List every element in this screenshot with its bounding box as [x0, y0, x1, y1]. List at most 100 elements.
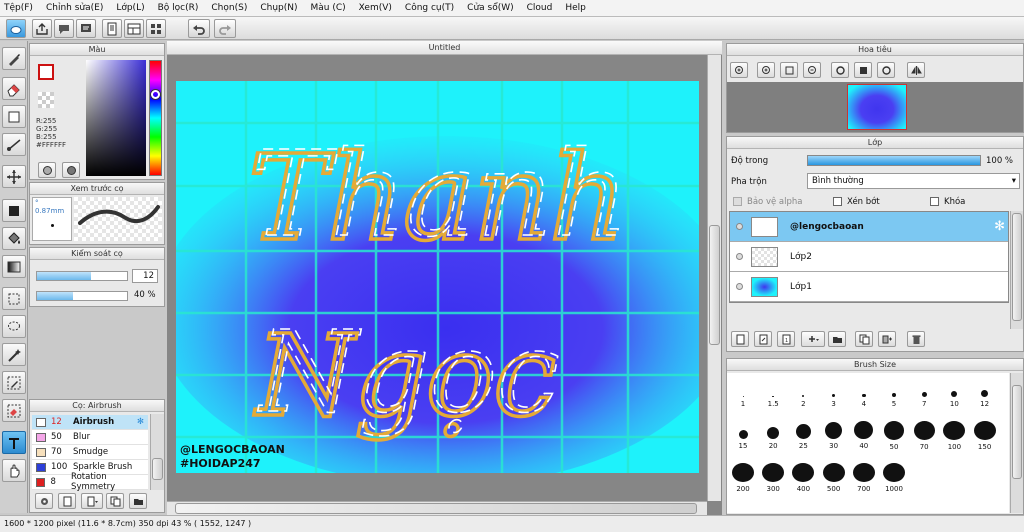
layout-button[interactable]	[124, 19, 144, 38]
layer-row-text[interactable]: @lengocbaoan ✻	[730, 212, 1008, 242]
rotate-left-button[interactable]	[831, 62, 849, 78]
chat-button[interactable]	[54, 19, 74, 38]
select-eraser-tool[interactable]	[2, 399, 26, 422]
brush-size-500[interactable]: 500	[819, 463, 849, 493]
artwork-canvas[interactable]: Thanh Ngọc Thanh Ngọc @LENGOCBAOAN #HOID…	[176, 81, 699, 473]
canvas-hscroll-thumb[interactable]	[175, 503, 697, 514]
brush-settings-button[interactable]	[35, 493, 53, 509]
brush-size-7[interactable]: 7	[909, 379, 939, 409]
new-vector-layer-button[interactable]	[754, 331, 772, 347]
page-manager-button[interactable]	[102, 19, 122, 38]
brush-folder-button[interactable]	[129, 493, 147, 509]
clipping-checkbox[interactable]: Xén bớt	[833, 197, 880, 207]
hand-tool[interactable]	[2, 459, 26, 482]
brush-item-airbrush[interactable]: 12 Airbrush ✻	[32, 415, 148, 430]
add-layer-dropdown-button[interactable]	[801, 331, 825, 347]
move-tool[interactable]	[2, 165, 26, 188]
brush-size-5[interactable]: 5	[879, 379, 909, 409]
redo-button[interactable]	[214, 19, 236, 38]
menu-select[interactable]: Chọn(S)	[211, 3, 247, 13]
grid-button[interactable]	[146, 19, 166, 38]
reset-rotation-button[interactable]	[854, 62, 872, 78]
brush-size-50[interactable]: 50	[879, 421, 909, 451]
undo-button[interactable]	[188, 19, 210, 38]
brush-size-1.5[interactable]: 1.5	[758, 379, 788, 409]
menu-color[interactable]: Màu (C)	[311, 3, 346, 13]
brush-size-input[interactable]: 12	[132, 269, 158, 283]
layer-opacity-slider[interactable]	[807, 155, 981, 166]
menu-layer[interactable]: Lớp(L)	[116, 3, 144, 13]
brush-size-1[interactable]: 1	[728, 379, 758, 409]
layer-list-scrollbar[interactable]	[1010, 211, 1023, 329]
menu-capture[interactable]: Chụp(N)	[260, 3, 297, 13]
brush-size-4[interactable]: 4	[849, 379, 879, 409]
brush-size-slider[interactable]	[36, 271, 128, 281]
line-tool[interactable]	[2, 133, 26, 156]
brush-size-400[interactable]: 400	[788, 463, 818, 493]
brush-size-150[interactable]: 150	[970, 421, 1000, 451]
marquee-tool[interactable]	[2, 287, 26, 310]
canvas-vertical-scrollbar[interactable]	[707, 55, 721, 501]
gradient-tool[interactable]	[2, 255, 26, 278]
menu-cloud[interactable]: Cloud	[527, 3, 553, 13]
brush-item-blur[interactable]: 50 Blur	[32, 430, 148, 445]
transparent-color-swatch[interactable]	[38, 92, 54, 108]
zoom-plus-button[interactable]	[757, 62, 775, 78]
flip-button[interactable]	[907, 62, 925, 78]
new-1bit-layer-button[interactable]: 1	[777, 331, 795, 347]
visibility-icon[interactable]	[736, 223, 743, 230]
brush-item-smudge[interactable]: 70 Smudge	[32, 445, 148, 460]
canvas-horizontal-scrollbar[interactable]	[167, 501, 707, 515]
duplicate-layer-button[interactable]	[855, 331, 873, 347]
brush-size-70[interactable]: 70	[909, 421, 939, 451]
new-brush-button[interactable]	[58, 493, 76, 509]
hue-handle[interactable]	[151, 90, 160, 99]
brush-size-300[interactable]: 300	[758, 463, 788, 493]
fill-rect-tool[interactable]	[2, 199, 26, 222]
layer-row-2[interactable]: Lớp2	[730, 242, 1008, 272]
gear-icon[interactable]: ✻	[994, 219, 1005, 234]
visibility-icon[interactable]	[736, 283, 743, 290]
new-layer-button[interactable]	[731, 331, 749, 347]
rotate-right-button[interactable]	[877, 62, 895, 78]
protect-alpha-checkbox[interactable]: Bảo vệ alpha	[733, 197, 802, 207]
brush-tool[interactable]	[2, 47, 26, 70]
new-folder-button[interactable]	[828, 331, 846, 347]
brush-size-1000[interactable]: 1000	[879, 463, 909, 493]
brush-size-10[interactable]: 10	[939, 379, 969, 409]
select-rect-tool[interactable]	[2, 105, 26, 128]
bucket-tool[interactable]	[2, 227, 26, 250]
brush-size-700[interactable]: 700	[849, 463, 879, 493]
lasso-tool[interactable]	[2, 315, 26, 338]
merge-layer-button[interactable]	[878, 331, 896, 347]
delete-layer-button[interactable]	[907, 331, 925, 347]
menu-tools[interactable]: Công cụ(T)	[405, 3, 454, 13]
menu-edit[interactable]: Chỉnh sửa(E)	[46, 3, 103, 13]
brush-size-25[interactable]: 25	[788, 421, 818, 451]
brush-size-100[interactable]: 100	[939, 421, 969, 451]
canvas-vscroll-thumb[interactable]	[709, 225, 720, 345]
text-tool[interactable]	[2, 431, 26, 454]
lock-checkbox[interactable]: Khóa	[930, 197, 965, 207]
layer-row-1[interactable]: Lớp1	[730, 272, 1008, 302]
brush-opacity-slider[interactable]	[36, 291, 128, 301]
select-pen-tool[interactable]	[2, 371, 26, 394]
brush-size-30[interactable]: 30	[819, 421, 849, 451]
color-wheel-button[interactable]	[38, 162, 56, 178]
brush-size-scrollbar[interactable]	[1010, 373, 1023, 513]
zoom-out-button[interactable]	[803, 62, 821, 78]
brush-dropdown-button[interactable]	[81, 493, 103, 509]
menu-help[interactable]: Help	[565, 3, 586, 13]
saturation-value-picker[interactable]	[86, 60, 146, 176]
navigator-thumbnail[interactable]	[847, 84, 907, 130]
menu-filter[interactable]: Bộ lọc(R)	[158, 3, 199, 13]
hue-slider[interactable]	[149, 60, 162, 176]
brush-size-scroll-thumb[interactable]	[1012, 385, 1022, 479]
copy-brush-button[interactable]	[106, 493, 124, 509]
visibility-icon[interactable]	[736, 253, 743, 260]
brush-size-40[interactable]: 40	[849, 421, 879, 451]
blend-mode-select[interactable]: Bình thường ▾	[807, 173, 1020, 189]
menu-file[interactable]: Tệp(F)	[4, 3, 33, 13]
menu-window[interactable]: Cửa sổ(W)	[467, 3, 513, 13]
export-button[interactable]	[32, 19, 52, 38]
